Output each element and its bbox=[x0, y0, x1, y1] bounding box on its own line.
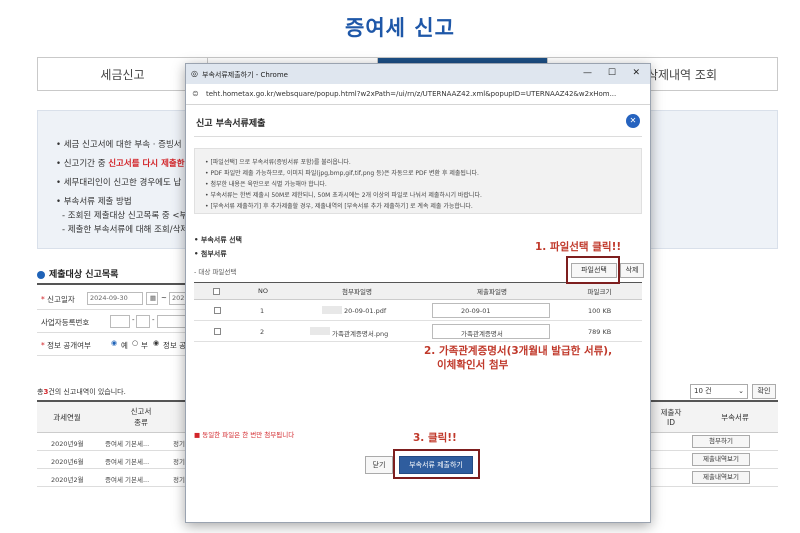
view-history-button[interactable]: 제출내역보기 bbox=[692, 453, 750, 466]
form-row-public: * 정보 공개여부 ◉ 예 ○ 부 ◉ 정보 공 bbox=[37, 333, 187, 356]
target-files-label: - 대상 파일선택 bbox=[194, 268, 237, 276]
section-attach-title: • 첨부서류 bbox=[194, 250, 227, 258]
file-row: 2 가족관계증명서.png 가족관계증명서 789 KB bbox=[194, 321, 642, 342]
annotation-step-1: 1. 파일선택 클릭!! bbox=[535, 241, 622, 253]
blurred-text bbox=[310, 327, 330, 335]
close-icon[interactable]: ✕ bbox=[626, 114, 640, 128]
address-bar[interactable]: ⊜ teht.hometax.go.kr/websquare/popup.htm… bbox=[186, 84, 650, 105]
blurred-text bbox=[322, 306, 342, 314]
site-info-icon[interactable]: ⊜ bbox=[192, 89, 199, 98]
popup-header: 신고 부속서류제출 ✕ bbox=[194, 109, 642, 137]
list-title: 제출대상 신고목록 bbox=[37, 267, 118, 280]
page-title: 증여세 신고 bbox=[345, 16, 455, 40]
notice-line: • PDF 파일만 제출 가능하므로, 이미지 파일(jpg,bmp,gif,t… bbox=[205, 170, 479, 177]
col-header-attach-name: 첨부파일명 bbox=[287, 283, 427, 300]
highlight-submit-button bbox=[393, 449, 480, 479]
reg-no-input-2[interactable] bbox=[136, 315, 150, 328]
file-row: 1 20-09-01.pdf 20-09-01 100 KB bbox=[194, 300, 642, 321]
annotation-step-3: 3. 클릭!! bbox=[413, 432, 457, 444]
select-all-checkbox[interactable] bbox=[213, 287, 220, 295]
bullet-icon bbox=[37, 270, 45, 279]
col-header-submitter: 제출자 ID bbox=[650, 402, 692, 433]
col-header-submit-name: 제출파일명 bbox=[427, 283, 557, 300]
highlight-file-select bbox=[566, 256, 620, 284]
notice-line: • [부속서류 제출하기] 후 추가제출할 경우, 제출내역의 [부속서류 추가… bbox=[205, 203, 473, 210]
close-button[interactable]: 닫기 bbox=[365, 456, 393, 474]
confirm-button[interactable]: 확인 bbox=[752, 384, 776, 399]
popup-heading: 신고 부속서류제출 bbox=[196, 119, 266, 129]
file-checkbox[interactable] bbox=[214, 328, 221, 335]
col-header-period: 과세연월 bbox=[37, 402, 97, 433]
search-form: * 신고일자 2024-09-30 ▦ ~ 202 사업자등록번호 - - * … bbox=[37, 283, 187, 356]
section-select-title: • 부속서류 선택 bbox=[194, 236, 242, 244]
radio-yes[interactable]: ◉ bbox=[111, 339, 117, 347]
result-count: 총3건의 신고내역이 있습니다. bbox=[37, 388, 126, 396]
info-line-6: - 제출한 부속서류에 대해 조회/삭제 bbox=[62, 225, 189, 235]
view-history-button[interactable]: 제출내역보기 bbox=[692, 471, 750, 484]
col-header-type: 신고서 종류 bbox=[97, 402, 185, 433]
duplicate-warning: ■ 동일한 파일은 한 번만 첨부됩니다 bbox=[194, 431, 295, 439]
page-size-select[interactable]: 10 건 ⌄ bbox=[690, 384, 748, 399]
info-line-4: • 부속서류 제출 방법 bbox=[56, 197, 132, 207]
maximize-icon[interactable]: ☐ bbox=[608, 68, 616, 78]
annotation-step-2-line-2: 이체확인서 첨부 bbox=[437, 359, 509, 371]
reg-no-input-1[interactable] bbox=[110, 315, 130, 328]
reg-no-input-3[interactable] bbox=[157, 315, 187, 328]
info-line-5: - 조회된 제출대상 신고목록 중 <부 bbox=[62, 211, 188, 221]
col-header-size: 파일크기 bbox=[557, 283, 642, 300]
notice-line: • [파일선택] 으로 부속서류(증빙서류 포함)를 불러옵니다. bbox=[205, 159, 351, 166]
date-from-input[interactable]: 2024-09-30 bbox=[87, 292, 143, 305]
form-row-date: * 신고일자 2024-09-30 ▦ ~ 202 bbox=[37, 287, 187, 310]
notice-box: • [파일선택] 으로 부속서류(증빙서류 포함)를 불러옵니다. • PDF … bbox=[194, 148, 642, 214]
url-text: teht.hometax.go.kr/websquare/popup.html?… bbox=[206, 90, 617, 98]
notice-line: • 첨부한 내용은 육안으로 식별 가능해야 합니다. bbox=[205, 181, 327, 188]
notice-line: • 부속서류는 한번 제출시 50M로 제한되니, 50M 초과시에는 2개 이… bbox=[205, 192, 482, 199]
minimize-icon[interactable]: — bbox=[583, 68, 592, 78]
file-table: NO 첨부파일명 제출파일명 파일크기 1 20-09-01.pdf 20-09… bbox=[194, 282, 642, 342]
chevron-down-icon: ⌄ bbox=[738, 387, 744, 395]
attach-button[interactable]: 첨부하기 bbox=[692, 435, 750, 448]
tab-tax-report[interactable]: 세금신고 bbox=[38, 58, 208, 90]
annotation-step-2-line-1: 2. 가족관계증명서(3개월내 발급한 서류), bbox=[424, 345, 613, 357]
col-header-documents: 부속서류 bbox=[692, 402, 778, 433]
col-header-no: NO bbox=[239, 283, 287, 300]
submit-name-input[interactable]: 20-09-01 bbox=[432, 303, 550, 318]
info-line-1: • 세금 신고서에 대한 부속 · 증빙서 bbox=[56, 140, 182, 150]
info-line-3: • 세무대리인이 신고한 경우에도 납 bbox=[56, 178, 182, 188]
file-checkbox[interactable] bbox=[214, 307, 221, 314]
chrome-icon: ◎ bbox=[191, 69, 198, 78]
radio-note[interactable]: ◉ bbox=[153, 339, 159, 347]
form-row-reg: 사업자등록번호 - - bbox=[37, 310, 187, 333]
window-titlebar: ◎ 부속서류제출하기 - Chrome — ☐ ✕ bbox=[186, 64, 650, 84]
close-window-icon[interactable]: ✕ bbox=[632, 68, 640, 78]
info-line-2: • 신고기간 중 신고서를 다시 제출한 bbox=[56, 159, 185, 169]
radio-no[interactable]: ○ bbox=[132, 339, 138, 347]
delete-button[interactable]: 삭제 bbox=[620, 263, 644, 278]
calendar-icon[interactable]: ▦ bbox=[146, 292, 158, 305]
submit-name-input[interactable]: 가족관계증명서 bbox=[432, 324, 550, 339]
